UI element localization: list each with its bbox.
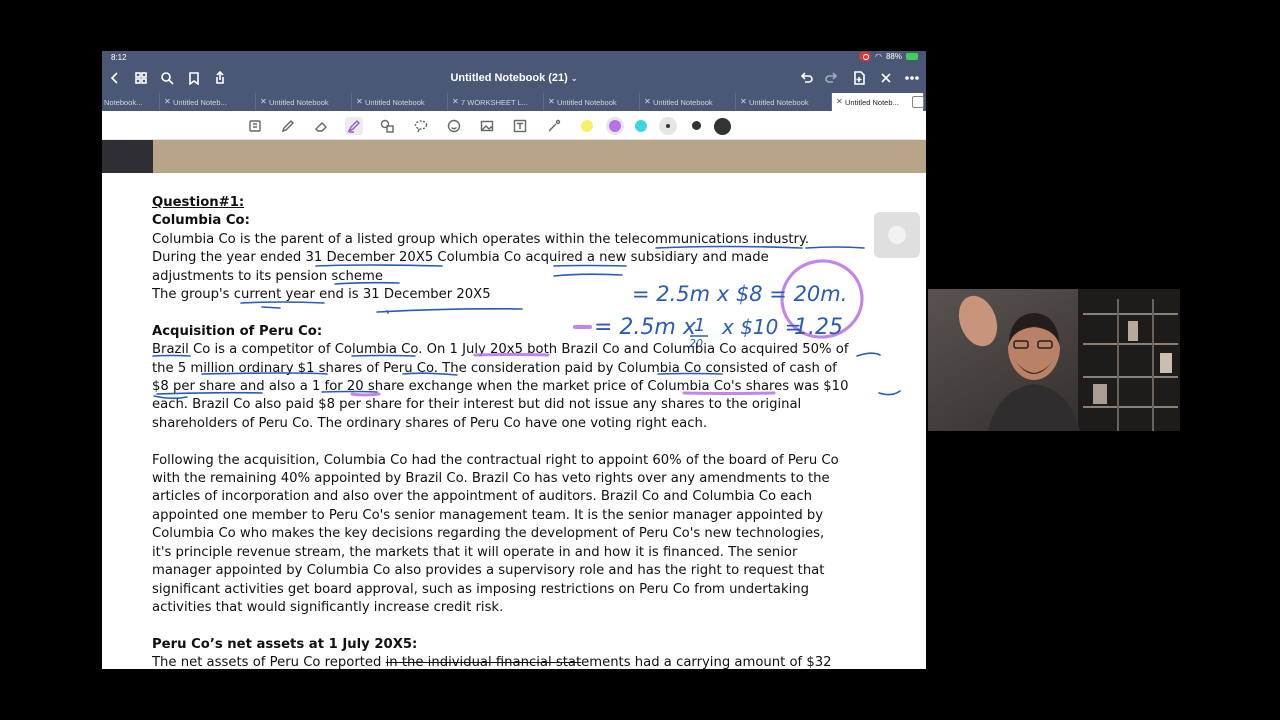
eraser-icon[interactable] (312, 117, 330, 135)
color-swatch-cyan[interactable] (635, 120, 647, 132)
battery-icon (906, 53, 918, 60)
shapes-icon[interactable] (378, 117, 396, 135)
text-run: The net assets of Peru Co reported (152, 655, 386, 669)
question-heading: Question#1: (152, 195, 245, 210)
paragraph-line: Following the acquisition, Columbia Co h… (152, 452, 839, 468)
wifi-icon: ◠ (875, 52, 882, 61)
ipad-screen: 8:12 ◠ 88% Untitled Notebook (21) ⌄ Note… (102, 51, 926, 669)
close-tab-icon[interactable]: ✕ (836, 97, 843, 106)
chevron-down-icon: ⌄ (570, 74, 578, 83)
paragraph-line: adjustments to its pension scheme (152, 268, 383, 284)
paragraph-line: Columbia Co is the parent of a listed gr… (152, 231, 810, 247)
color-swatch-yellow[interactable] (581, 120, 593, 132)
paragraph-line: the 5 million ordinary $1 shares of Peru… (152, 360, 837, 376)
tab-label: Untitled Notebook (749, 98, 809, 107)
paragraph-line: Columbia Co who makes the key decisions … (152, 526, 825, 542)
paragraph-line: activities that would significantly incr… (152, 599, 504, 615)
paragraph-line: The group's current year end is 31 Decem… (152, 287, 491, 303)
net-assets-heading: Peru Co’s net assets at 1 July 20X5: (152, 636, 418, 652)
close-icon[interactable] (877, 69, 895, 87)
undo-icon[interactable] (797, 69, 815, 87)
tab-label: Untitled Noteb... (173, 98, 227, 107)
page-icon[interactable] (246, 117, 264, 135)
lasso-icon[interactable] (412, 117, 430, 135)
close-tab-icon[interactable]: ✕ (356, 97, 363, 106)
company-heading: Columbia Co: (152, 213, 250, 229)
tab-label: Notebook... (104, 98, 143, 107)
status-time: 8:12 (111, 53, 127, 62)
stroke-size-small-selected[interactable] (659, 117, 677, 135)
tab-7[interactable]: ✕ Untitled Notebook (736, 93, 832, 111)
page-header-image (102, 140, 926, 173)
paragraph-line: it's principle revenue stream, the marke… (152, 544, 798, 560)
webcam-image (928, 289, 1180, 431)
notebook-title-text: Untitled Notebook (21) (450, 72, 568, 84)
stroke-size-medium[interactable] (692, 121, 701, 130)
paragraph-line: During the year ended 31 December 20X5 C… (152, 250, 769, 266)
highlighter-icon[interactable] (345, 117, 363, 135)
color-swatch-purple[interactable] (609, 120, 621, 132)
tab-label: Untitled Notebook (557, 98, 617, 107)
tab-label: Untitled Notebook (269, 98, 329, 107)
close-tab-icon[interactable]: ✕ (548, 97, 555, 106)
text-run: ements had a carrying amount of $32 (581, 655, 832, 669)
paragraph-line-partial: The net assets of Peru Co reported in th… (152, 654, 922, 669)
status-indicators: ◠ 88% (859, 52, 918, 61)
redo-icon[interactable] (823, 69, 841, 87)
tab-1[interactable]: ✕ Untitled Noteb... (160, 93, 256, 111)
close-tab-icon[interactable]: ✕ (260, 97, 267, 106)
tab-active[interactable]: ✕ Untitled Noteb... (832, 93, 924, 111)
pen-icon[interactable] (279, 117, 297, 135)
close-tab-icon[interactable]: ✕ (452, 97, 459, 106)
stroke-size-small[interactable] (666, 124, 670, 128)
close-tab-icon[interactable]: ✕ (164, 97, 171, 106)
close-tab-icon[interactable]: ✕ (740, 97, 747, 106)
more-icon[interactable] (903, 69, 921, 87)
add-page-icon[interactable] (850, 69, 868, 87)
close-tab-icon[interactable]: ✕ (644, 97, 651, 106)
app-header: 8:12 ◠ 88% Untitled Notebook (21) ⌄ (102, 51, 926, 93)
paragraph-line: significant activities get board approva… (152, 581, 809, 597)
tab-label: Untitled Notebook (653, 98, 713, 107)
sticker-icon[interactable] (445, 117, 463, 135)
image-icon[interactable] (478, 117, 496, 135)
laser-pointer-icon[interactable] (545, 117, 563, 135)
acquisition-heading: Acquisition of Peru Co: (152, 323, 323, 339)
paragraph-line: Brazil Co is a competitor of Columbia Co… (152, 342, 849, 358)
screen-record-icon (859, 52, 871, 61)
tab-3[interactable]: ✕ Untitled Notebook (352, 93, 448, 111)
paragraph-line: manager appointed by Columbia Co also pr… (152, 563, 825, 579)
paragraph-line: articles of incorporation and also over … (152, 489, 813, 505)
tab-label: Untitled Noteb... (845, 98, 899, 107)
paragraph-line: with the remaining 40% appointed by Braz… (152, 471, 830, 487)
drawing-toolbar (102, 111, 926, 140)
tab-2[interactable]: ✕ Untitled Notebook (256, 93, 352, 111)
paragraph-line: shareholders of Peru Co. The ordinary sh… (152, 415, 708, 431)
color-swatch-purple-selected[interactable] (606, 117, 624, 135)
tab-0[interactable]: Notebook... (102, 93, 160, 111)
battery-percent: 88% (885, 52, 902, 61)
tab-label: 7 WORKSHEET L... (461, 98, 528, 107)
tab-4[interactable]: ✕ 7 WORKSHEET L... (448, 93, 544, 111)
paragraph-line: $8 per share and also a 1 for 20 share e… (152, 379, 849, 395)
paragraph-line: each. Brazil Co also paid $8 per share f… (152, 397, 802, 413)
document-page[interactable]: Question#1: Columbia Co: Columbia Co is … (152, 194, 922, 669)
paragraph-line: appointed one member to Peru Co's senior… (152, 507, 824, 523)
tab-label: Untitled Notebook (365, 98, 425, 107)
page-header-dark-block (102, 140, 153, 173)
struck-text: in the individual financial stat (385, 655, 582, 669)
stroke-size-large[interactable] (714, 118, 731, 135)
floating-assistive-button[interactable] (874, 212, 920, 258)
tab-bar: Notebook... ✕ Untitled Noteb... ✕ Untitled… (102, 93, 926, 111)
presenter-webcam-video (928, 289, 1180, 431)
tab-6[interactable]: ✕ Untitled Notebook (640, 93, 736, 111)
tab-overview-icon[interactable] (912, 96, 924, 108)
text-icon[interactable] (511, 117, 529, 135)
tab-5[interactable]: ✕ Untitled Notebook (544, 93, 640, 111)
